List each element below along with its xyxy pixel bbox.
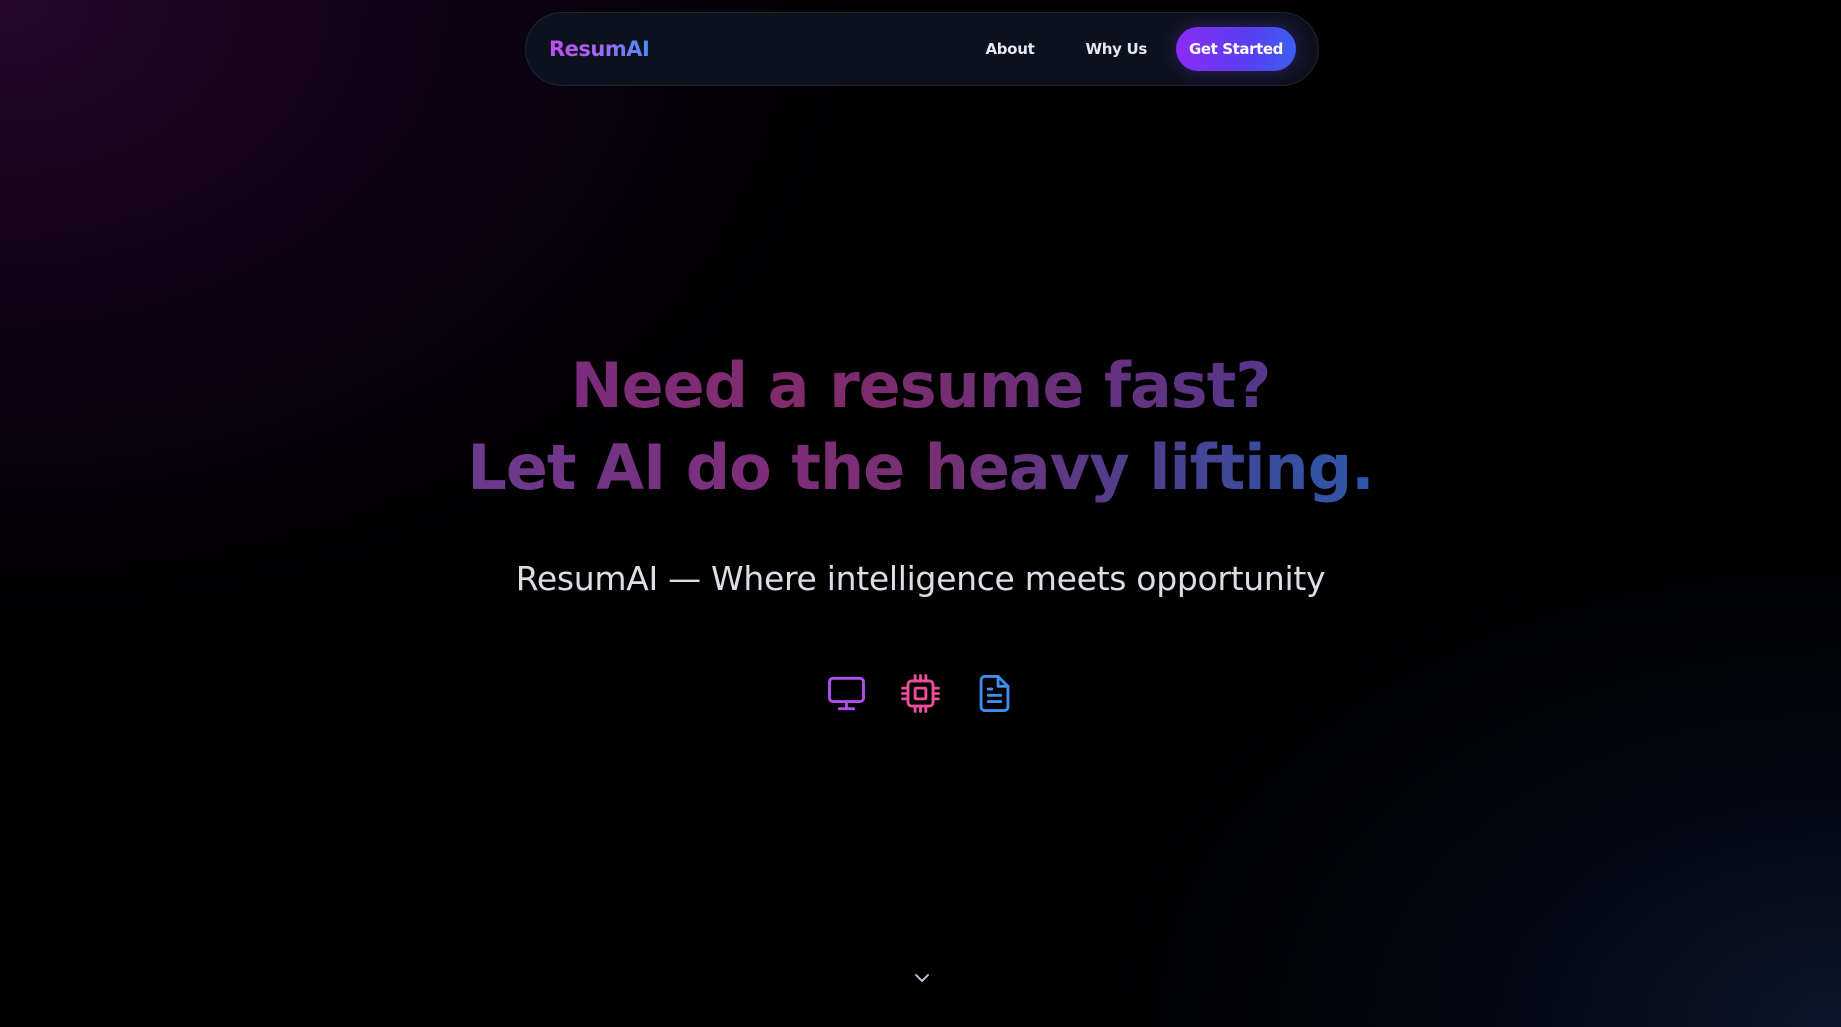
document-icon <box>973 672 1016 715</box>
hero-line-2-text: Let AI do the heavy lifting. <box>467 427 1374 509</box>
nav-link-about[interactable]: About <box>985 40 1034 58</box>
get-started-button[interactable]: Get Started <box>1176 27 1296 71</box>
logo[interactable]: ResumAI <box>549 37 650 61</box>
nav-link-why-us[interactable]: Why Us <box>1085 40 1147 58</box>
cpu-chip-icon <box>899 672 942 715</box>
hero-line-2: Let AI do the heavy lifting. <box>0 427 1841 509</box>
hero-tagline: ResumAI — Where intelligence meets oppor… <box>515 559 1326 598</box>
chevron-down-icon[interactable] <box>910 966 934 990</box>
hero-heading: Need a resume fast? Let AI do the heavy … <box>0 345 1841 509</box>
monitor-icon <box>825 672 868 715</box>
feature-icons-row <box>0 672 1841 715</box>
navbar: ResumAI About Why Us Get Started <box>525 12 1319 86</box>
hero-line-1-text: Need a resume fast? <box>571 345 1272 427</box>
hero-line-1: Need a resume fast? <box>0 345 1841 427</box>
